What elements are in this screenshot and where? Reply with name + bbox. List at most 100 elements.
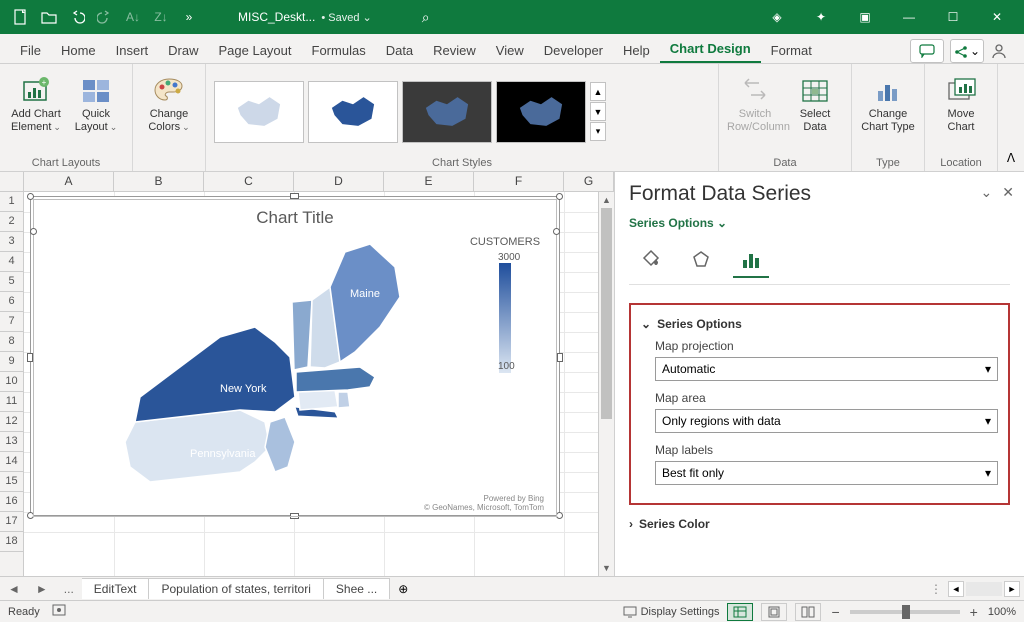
taskpane-options-icon[interactable]: ⌄ bbox=[981, 184, 993, 201]
zoom-in-icon[interactable]: + bbox=[968, 604, 980, 620]
tab-view[interactable]: View bbox=[486, 37, 534, 63]
search-icon[interactable]: ⌕ bbox=[422, 9, 430, 26]
row-header[interactable]: 14 bbox=[0, 452, 23, 472]
zoom-level[interactable]: 100% bbox=[988, 606, 1016, 618]
chart-object[interactable]: Chart Title Pennsylvania bbox=[30, 196, 560, 516]
close-icon[interactable]: ✕ bbox=[978, 4, 1016, 30]
series-options-header[interactable]: ⌄ Series Options bbox=[641, 313, 998, 335]
zoom-thumb[interactable] bbox=[902, 605, 910, 619]
series-color-header[interactable]: › Series Color bbox=[629, 513, 1010, 535]
add-chart-element-button[interactable]: + Add Chart Element bbox=[8, 68, 64, 134]
tab-chart-design[interactable]: Chart Design bbox=[660, 35, 761, 63]
col-header[interactable]: B bbox=[114, 172, 204, 191]
tab-developer[interactable]: Developer bbox=[534, 37, 613, 63]
row-header[interactable]: 10 bbox=[0, 372, 23, 392]
scroll-up-icon[interactable]: ▲ bbox=[599, 192, 614, 208]
sheet-nav-prev-icon[interactable]: ◄ bbox=[0, 582, 28, 596]
chart-handle-ne[interactable] bbox=[556, 193, 563, 200]
row-header[interactable]: 17 bbox=[0, 512, 23, 532]
chart-style-3[interactable] bbox=[402, 81, 492, 143]
tab-draw[interactable]: Draw bbox=[158, 37, 208, 63]
maximize-icon[interactable]: ☐ bbox=[934, 4, 972, 30]
account-icon[interactable] bbox=[984, 42, 1014, 63]
hscroll-right-icon[interactable]: ► bbox=[1004, 581, 1020, 597]
select-all-corner[interactable] bbox=[0, 172, 24, 191]
zoom-slider[interactable] bbox=[850, 610, 960, 614]
new-file-icon[interactable] bbox=[8, 4, 34, 30]
view-page-layout-icon[interactable] bbox=[761, 603, 787, 621]
map-area-select[interactable]: Only regions with data▾ bbox=[655, 409, 998, 433]
scroll-down-icon[interactable]: ▼ bbox=[599, 560, 614, 576]
tab-review[interactable]: Review bbox=[423, 37, 486, 63]
cells[interactable]: Chart Title Pennsylvania bbox=[24, 192, 598, 576]
row-header[interactable]: 4 bbox=[0, 252, 23, 272]
plot-handle[interactable] bbox=[553, 228, 560, 235]
undo-icon[interactable] bbox=[64, 4, 90, 30]
sort-desc-icon[interactable]: Z↓ bbox=[148, 4, 174, 30]
premium-icon[interactable]: ◈ bbox=[758, 4, 796, 30]
add-sheet-icon[interactable]: ⊕ bbox=[390, 582, 416, 596]
col-header[interactable]: E bbox=[384, 172, 474, 191]
change-colors-button[interactable]: Change Colors bbox=[141, 68, 197, 134]
taskpane-subtitle[interactable]: Series Options ⌄ bbox=[629, 216, 1010, 230]
ribbon-display-icon[interactable]: ▣ bbox=[846, 4, 884, 30]
taskpane-close-icon[interactable]: ✕ bbox=[1002, 184, 1014, 201]
tab-data[interactable]: Data bbox=[376, 37, 423, 63]
zoom-out-icon[interactable]: − bbox=[829, 604, 841, 620]
sheet-nav-more[interactable]: ... bbox=[56, 582, 82, 596]
open-file-icon[interactable] bbox=[36, 4, 62, 30]
save-status[interactable]: • Saved ⌄ bbox=[321, 11, 371, 24]
sheet-nav-next-icon[interactable]: ► bbox=[28, 582, 56, 596]
col-header[interactable]: G bbox=[564, 172, 614, 191]
vertical-scrollbar[interactable]: ▲ ▼ bbox=[598, 192, 614, 576]
tp-tab-fill-icon[interactable] bbox=[633, 244, 669, 278]
row-header[interactable]: 12 bbox=[0, 412, 23, 432]
row-header[interactable]: 8 bbox=[0, 332, 23, 352]
row-header[interactable]: 13 bbox=[0, 432, 23, 452]
move-chart-button[interactable]: Move Chart bbox=[933, 68, 989, 134]
sheet-tab-edittext[interactable]: EditText bbox=[82, 578, 150, 599]
vscroll-thumb[interactable] bbox=[601, 208, 612, 419]
col-header[interactable]: C bbox=[204, 172, 294, 191]
row-header[interactable]: 11 bbox=[0, 392, 23, 412]
view-page-break-icon[interactable] bbox=[795, 603, 821, 621]
chart-legend[interactable]: CUSTOMERS 3000 100 bbox=[460, 230, 550, 494]
coming-soon-icon[interactable]: ✦ bbox=[802, 4, 840, 30]
row-header[interactable]: 6 bbox=[0, 292, 23, 312]
row-header[interactable]: 1 bbox=[0, 192, 23, 212]
display-settings-button[interactable]: Display Settings bbox=[623, 606, 720, 618]
comments-button[interactable] bbox=[910, 39, 944, 63]
map-projection-select[interactable]: Automatic▾ bbox=[655, 357, 998, 381]
view-normal-icon[interactable] bbox=[727, 603, 753, 621]
col-header[interactable]: D bbox=[294, 172, 384, 191]
ribbon-collapse-icon[interactable]: ᐱ bbox=[998, 64, 1024, 171]
row-header[interactable]: 5 bbox=[0, 272, 23, 292]
quick-layout-button[interactable]: Quick Layout bbox=[68, 68, 124, 134]
sheet-tab-shee[interactable]: Shee ... bbox=[324, 578, 390, 599]
sort-asc-icon[interactable]: A↓ bbox=[120, 4, 146, 30]
share-button[interactable]: ⌄ bbox=[950, 39, 984, 63]
hscroll-left-icon[interactable]: ◄ bbox=[948, 581, 964, 597]
gallery-more-icon[interactable]: ▾ bbox=[590, 122, 606, 141]
row-header[interactable]: 9 bbox=[0, 352, 23, 372]
chart-style-2[interactable] bbox=[308, 81, 398, 143]
sheet-tab-population[interactable]: Population of states, territori bbox=[149, 578, 323, 599]
change-chart-type-button[interactable]: Change Chart Type bbox=[860, 68, 916, 134]
chart-style-4[interactable] bbox=[496, 81, 586, 143]
map-svg[interactable]: Pennsylvania New York bbox=[40, 230, 460, 494]
col-header[interactable]: A bbox=[24, 172, 114, 191]
chart-title[interactable]: Chart Title bbox=[40, 204, 550, 230]
row-header[interactable]: 18 bbox=[0, 532, 23, 552]
tab-file[interactable]: File bbox=[10, 37, 51, 63]
tp-tab-effects-icon[interactable] bbox=[683, 244, 719, 278]
col-header[interactable]: F bbox=[474, 172, 564, 191]
chart-style-1[interactable] bbox=[214, 81, 304, 143]
row-header[interactable]: 2 bbox=[0, 212, 23, 232]
hscroll-track[interactable] bbox=[966, 582, 1002, 596]
row-header[interactable]: 15 bbox=[0, 472, 23, 492]
redo-icon[interactable] bbox=[92, 4, 118, 30]
row-header[interactable]: 16 bbox=[0, 492, 23, 512]
tab-format[interactable]: Format bbox=[761, 37, 822, 63]
minimize-icon[interactable]: — bbox=[890, 4, 928, 30]
plot-handle[interactable] bbox=[30, 228, 37, 235]
